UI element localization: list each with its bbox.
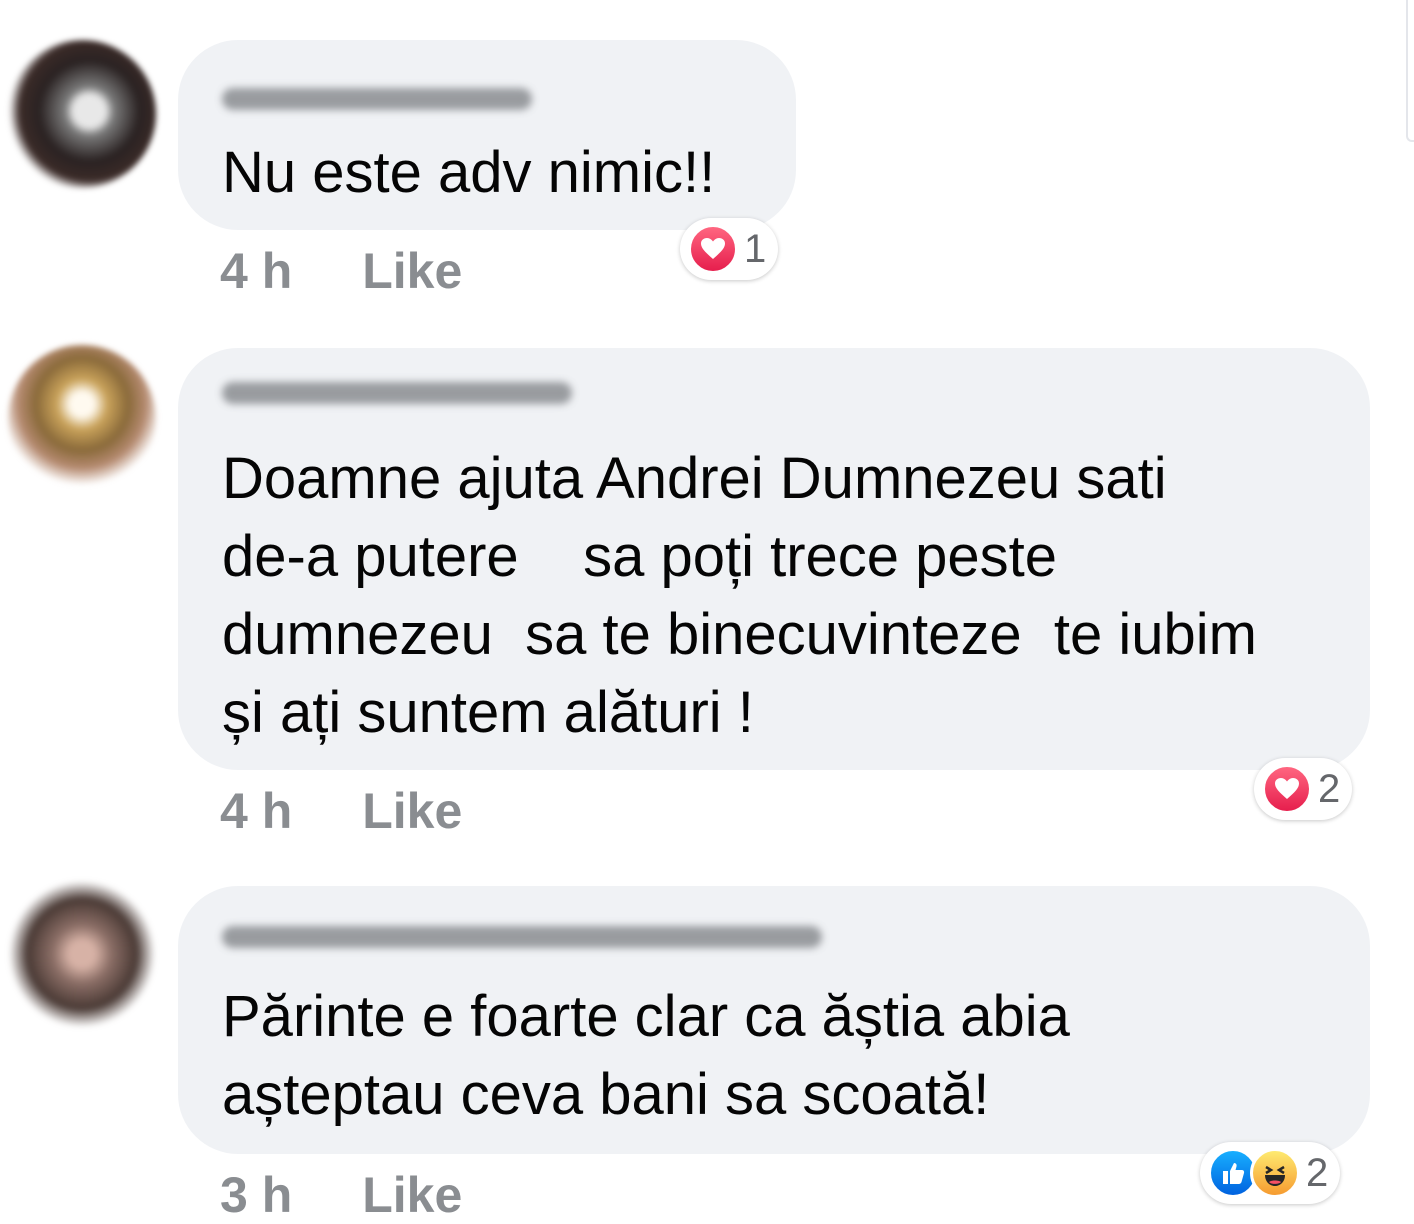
avatar[interactable] [8, 880, 156, 1028]
haha-icon [1250, 1148, 1300, 1198]
comment-text: Părinte e foarte clar ca ăștia abia aște… [222, 984, 1070, 1127]
reaction-count: 2 [1306, 1150, 1329, 1195]
comment-item: Părinte e foarte clar ca ăștia abia aște… [0, 0, 1414, 1224]
reaction-summary[interactable]: 2 [1200, 1142, 1341, 1204]
comment-meta: 3 h Like [220, 1166, 462, 1224]
comment-bubble: Părinte e foarte clar ca ăștia abia aște… [178, 886, 1370, 1154]
like-button[interactable]: Like [362, 1166, 462, 1224]
author-name-redacted[interactable] [222, 926, 822, 948]
comment-timestamp[interactable]: 3 h [220, 1166, 292, 1224]
